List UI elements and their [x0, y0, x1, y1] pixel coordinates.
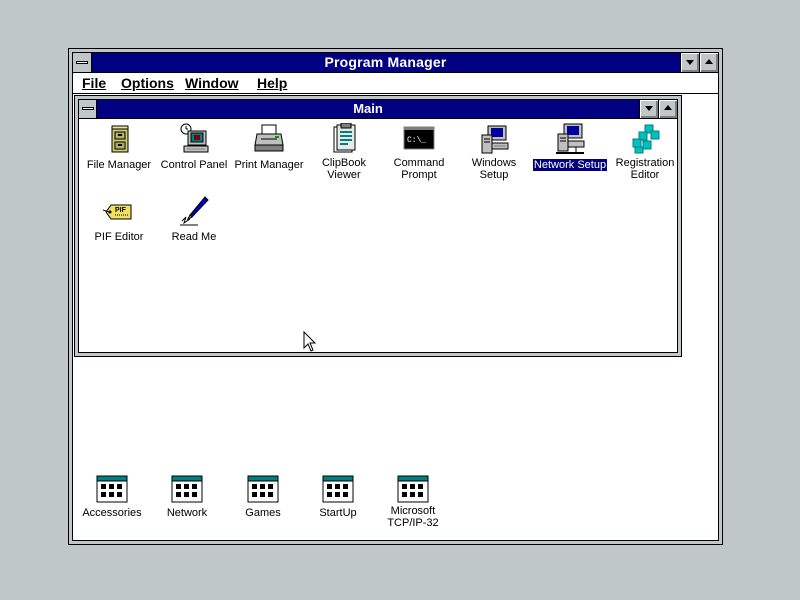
program-group-icon [96, 475, 128, 503]
program-item-clipbook-viewer[interactable]: ClipBook Viewer [304, 122, 384, 183]
program-manager-frame: Program Manager File Options Window Help [72, 52, 719, 541]
program-item-label: File Manager [86, 159, 152, 171]
menu-options-label: Options [121, 75, 174, 91]
group-icon-accessories[interactable]: Accessories [70, 475, 154, 521]
group-label: StartUp [319, 507, 357, 519]
command-prompt-icon: C:\_ [403, 123, 435, 155]
main-group-titlebar[interactable]: Main [79, 100, 677, 119]
main-system-menu-icon [82, 107, 94, 110]
windows-setup-icon [478, 123, 510, 155]
program-group-icon [397, 475, 429, 503]
program-item-label: ClipBook Viewer [321, 157, 367, 181]
program-item-label: Windows Setup [471, 157, 517, 181]
program-item-network-setup[interactable]: Network Setup [530, 123, 610, 173]
main-group-window: Main File Manager Control Panel Print Ma… [74, 95, 682, 357]
pen-note-icon [178, 195, 210, 227]
system-menu-icon [76, 61, 88, 64]
group-icon-games[interactable]: Games [221, 475, 305, 521]
system-menu-button[interactable] [73, 53, 92, 72]
group-icon-network[interactable]: Network [145, 475, 229, 521]
maximize-arrow-icon [705, 59, 713, 64]
maximize-button[interactable] [699, 53, 718, 72]
main-maximize-button[interactable] [658, 100, 677, 118]
menu-help-label: Help [257, 75, 288, 91]
menu-help[interactable]: Help [257, 73, 287, 93]
menu-options[interactable]: Options [121, 73, 174, 93]
svg-text:PIF: PIF [115, 207, 127, 214]
control-panel-icon [178, 123, 210, 155]
main-group-client: File Manager Control Panel Print Manager… [79, 119, 677, 352]
program-group-icon [247, 475, 279, 503]
network-setup-icon [554, 123, 586, 155]
program-item-command-prompt[interactable]: C:\_ Command Prompt [379, 123, 459, 183]
pif-tag-icon: PIF [102, 195, 135, 227]
registry-cubes-icon [629, 123, 661, 155]
window-title: Program Manager [324, 54, 447, 70]
program-item-label: Read Me [171, 231, 217, 243]
group-label: Accessories [82, 507, 142, 519]
program-item-windows-setup[interactable]: Windows Setup [454, 123, 534, 183]
program-item-label: PIF Editor [94, 231, 144, 243]
program-item-label: Command Prompt [393, 157, 445, 181]
program-item-registration-editor[interactable]: Registration Editor [605, 123, 685, 183]
program-manager-client: Main File Manager Control Panel Print Ma… [73, 94, 718, 540]
menu-file-label: File [82, 75, 107, 91]
program-item-pif-editor[interactable]: PIF PIF Editor [79, 195, 159, 245]
menu-window[interactable]: Window [185, 73, 239, 93]
clipbook-icon [328, 122, 360, 155]
program-item-label: Registration Editor [615, 157, 675, 181]
svg-text:C:\_: C:\_ [407, 136, 426, 145]
program-item-label: Control Panel [160, 159, 228, 171]
main-maximize-arrow-icon [664, 105, 672, 110]
main-group-frame: Main File Manager Control Panel Print Ma… [78, 99, 678, 353]
group-icon-startup[interactable]: StartUp [296, 475, 380, 521]
file-cabinet-icon [103, 123, 135, 155]
group-label: Network [166, 507, 208, 519]
group-label: Microsoft TCP/IP-32 [387, 505, 439, 529]
main-system-menu-button[interactable] [79, 100, 97, 118]
menu-file[interactable]: File [82, 73, 106, 93]
main-minimize-arrow-icon [645, 106, 653, 111]
minimize-button[interactable] [680, 53, 699, 72]
printer-icon [253, 123, 285, 155]
program-item-read-me[interactable]: Read Me [154, 195, 234, 245]
main-group-title: Main [353, 101, 383, 116]
program-group-icon [171, 475, 203, 503]
group-label: Games [245, 507, 281, 519]
group-icon-microsoft-tcpip-32[interactable]: Microsoft TCP/IP-32 [371, 475, 455, 531]
menu-window-label: Window [185, 75, 239, 91]
main-minimize-button[interactable] [639, 100, 658, 118]
program-item-file-manager[interactable]: File Manager [79, 123, 159, 173]
program-item-control-panel[interactable]: Control Panel [154, 123, 234, 173]
mouse-cursor-icon [303, 330, 319, 353]
program-item-print-manager[interactable]: Print Manager [229, 123, 309, 173]
program-manager-window: Program Manager File Options Window Help [68, 48, 723, 545]
program-item-label: Network Setup [532, 159, 608, 171]
program-manager-titlebar[interactable]: Program Manager [73, 53, 718, 73]
program-item-label: Print Manager [234, 159, 304, 171]
minimize-arrow-icon [686, 60, 694, 65]
desktop: Program Manager File Options Window Help [0, 0, 800, 600]
program-group-icon [322, 475, 354, 503]
menu-bar: File Options Window Help [73, 73, 718, 94]
